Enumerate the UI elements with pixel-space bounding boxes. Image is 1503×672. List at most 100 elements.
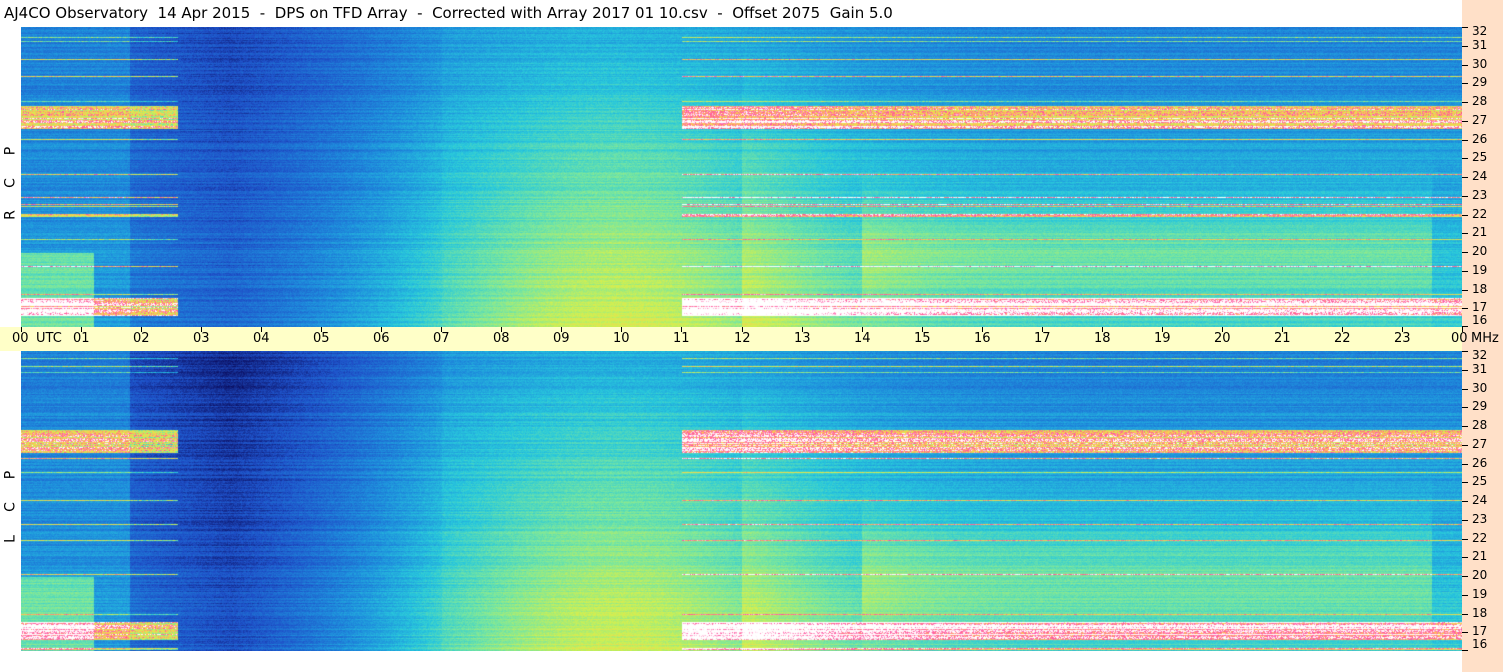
frequency-tick-label: 17 — [1472, 624, 1488, 638]
frequency-tick-mark — [1462, 65, 1468, 66]
frequency-tick-mark — [1462, 614, 1468, 615]
frequency-tick-mark — [1462, 539, 1468, 540]
utc-tick-label: 04 — [253, 331, 270, 346]
frequency-tick-label: 16 — [1472, 313, 1488, 327]
utc-tick-label: 12 — [734, 331, 751, 346]
utc-tick-label: 07 — [433, 331, 450, 346]
frequency-tick-label: 22 — [1472, 207, 1488, 221]
utc-tick-label: 22 — [1334, 331, 1351, 346]
frequency-axis-rcp: 16 17 18 19 20 21 22 23 24 25 26 27 28 29 30 31 32 — [1462, 24, 1503, 327]
frequency-tick-label: 27 — [1472, 437, 1488, 451]
utc-axis-label: UTC — [36, 331, 62, 346]
frequency-tick-label: 31 — [1472, 362, 1488, 376]
utc-tick-label: 00 — [12, 331, 29, 346]
frequency-tick-label: 19 — [1472, 587, 1488, 601]
frequency-tick-label: 23 — [1472, 188, 1488, 202]
frequency-tick-label: 30 — [1472, 57, 1488, 71]
frequency-tick-label: 20 — [1472, 244, 1488, 258]
frequency-tick-mark — [1462, 27, 1468, 28]
frequency-tick-label: 25 — [1472, 474, 1488, 488]
frequency-tick-mark — [1462, 215, 1468, 216]
frequency-tick-mark — [1462, 121, 1468, 122]
utc-tick-label: 02 — [133, 331, 150, 346]
frequency-tick-mark — [1462, 464, 1468, 465]
utc-tick-label: 11 — [673, 331, 690, 346]
utc-tick-label: 08 — [493, 331, 510, 346]
frequency-tick-mark — [1462, 557, 1468, 558]
frequency-tick-mark — [1462, 482, 1468, 483]
frequency-tick-mark — [1462, 102, 1468, 103]
frequency-tick-label: 16 — [1472, 637, 1488, 651]
frequency-tick-label: 28 — [1472, 418, 1488, 432]
frequency-tick-label: 21 — [1472, 549, 1488, 563]
utc-tick-label: 10 — [613, 331, 630, 346]
frequency-tick-label: 18 — [1472, 606, 1488, 620]
mhz-unit-label: MHz — [1471, 331, 1499, 346]
frequency-tick-mark — [1462, 252, 1468, 253]
frequency-tick-mark — [1462, 158, 1468, 159]
frequency-tick-label: 22 — [1472, 531, 1488, 545]
frequency-tick-label: 18 — [1472, 282, 1488, 296]
frequency-tick-label: 29 — [1472, 399, 1488, 413]
frequency-tick-label: 32 — [1472, 24, 1488, 38]
frequency-tick-label: 31 — [1472, 38, 1488, 52]
frequency-tick-mark — [1462, 650, 1468, 651]
utc-tick-label: 03 — [193, 331, 210, 346]
polarization-letter: L — [2, 535, 19, 543]
frequency-tick-label: 25 — [1472, 150, 1488, 164]
frequency-tick-label: 19 — [1472, 263, 1488, 277]
utc-tick-label: 05 — [313, 331, 330, 346]
utc-tick-label: 23 — [1394, 331, 1411, 346]
polarization-letter: P — [2, 470, 19, 480]
frequency-tick-label: 26 — [1472, 132, 1488, 146]
frequency-tick-mark — [1462, 576, 1468, 577]
frequency-tick-mark — [1462, 140, 1468, 141]
frequency-tick-label: 24 — [1472, 493, 1488, 507]
utc-tick-label: 21 — [1274, 331, 1291, 346]
frequency-tick-mark — [1462, 632, 1468, 633]
polarization-letter: C — [2, 178, 19, 188]
frequency-tick-label: 21 — [1472, 225, 1488, 239]
frequency-tick-mark — [1462, 46, 1468, 47]
spectrogram-lcp — [21, 351, 1462, 651]
utc-tick-label: 20 — [1214, 331, 1231, 346]
utc-tick-label: 01 — [73, 331, 90, 346]
frequency-tick-mark — [1462, 271, 1468, 272]
spectrogram-rcp — [21, 27, 1462, 327]
frequency-axis-lcp: 16 17 18 19 20 21 22 23 24 25 26 27 28 29 30 31 32 — [1462, 348, 1503, 651]
frequency-tick-mark — [1462, 233, 1468, 234]
utc-tick-label: 15 — [914, 331, 931, 346]
frequency-tick-label: 23 — [1472, 512, 1488, 526]
utc-tick-label: 16 — [974, 331, 991, 346]
frequency-tick-mark — [1462, 326, 1468, 327]
chart-title: AJ4CO Observatory 14 Apr 2015 - DPS on T… — [0, 0, 1462, 27]
frequency-tick-mark — [1462, 595, 1468, 596]
utc-tick-label: 13 — [794, 331, 811, 346]
frequency-tick-mark — [1462, 501, 1468, 502]
frequency-tick-mark — [1462, 370, 1468, 371]
frequency-tick-mark — [1462, 445, 1468, 446]
utc-tick-label: 14 — [854, 331, 871, 346]
frequency-tick-label: 32 — [1472, 348, 1488, 362]
frequency-tick-label: 17 — [1472, 300, 1488, 314]
frequency-tick-mark — [1462, 520, 1468, 521]
frequency-tick-mark — [1462, 351, 1468, 352]
polarization-letter: R — [2, 210, 19, 220]
frequency-tick-mark — [1462, 290, 1468, 291]
frequency-tick-label: 26 — [1472, 456, 1488, 470]
frequency-tick-label: 30 — [1472, 381, 1488, 395]
utc-tick-label: 06 — [373, 331, 390, 346]
frequency-tick-mark — [1462, 407, 1468, 408]
utc-time-axis: 00 01 02 03 04 05 06 07 08 09 10 11 12 13 14 15 16 17 18 19… — [0, 327, 1499, 351]
polarization-letter: P — [2, 146, 19, 156]
frequency-tick-mark — [1462, 177, 1468, 178]
utc-tick-label: 00 — [1451, 331, 1468, 346]
spectrogram-rcp-canvas — [21, 27, 1462, 327]
utc-tick-label: 09 — [553, 331, 570, 346]
utc-tick-label: 19 — [1154, 331, 1171, 346]
frequency-tick-label: 20 — [1472, 568, 1488, 582]
utc-tick-label: 18 — [1094, 331, 1111, 346]
frequency-tick-label: 28 — [1472, 94, 1488, 108]
frequency-tick-mark — [1462, 389, 1468, 390]
frequency-tick-mark — [1462, 83, 1468, 84]
